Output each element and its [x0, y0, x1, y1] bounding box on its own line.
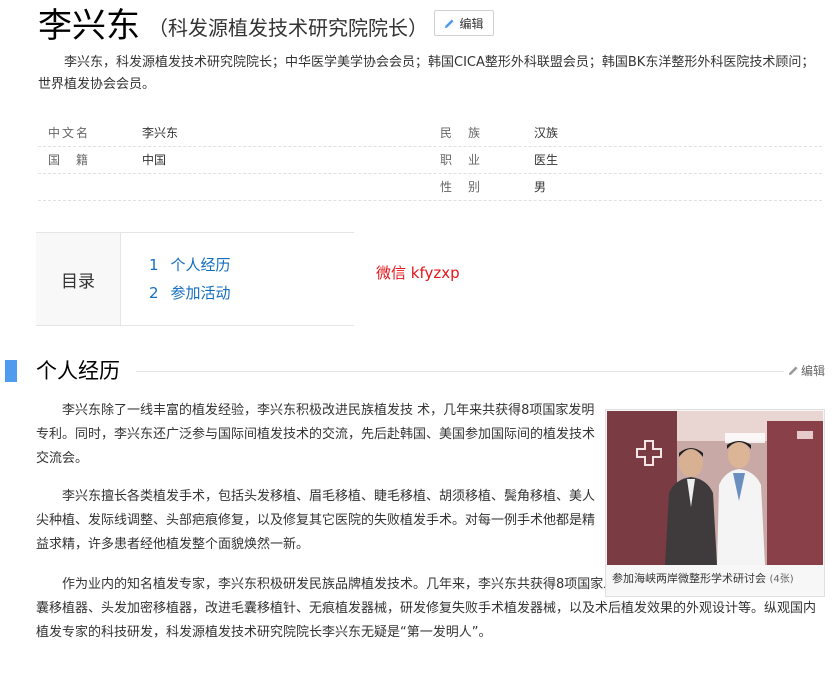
- section-edit-link[interactable]: 编辑: [788, 362, 825, 379]
- info-row: 国 籍 中国 职 业 医生: [38, 147, 822, 174]
- summary-text: 李兴东，科发源植发技术研究院院长；中华医学美学协会会员；韩国CICA整形外科联盟…: [38, 55, 815, 92]
- toc-item-label: 参加活动: [170, 284, 231, 302]
- info-value: [134, 174, 142, 200]
- photo-caption-text: 参加海峡两岸微整形学术研讨会: [612, 572, 766, 585]
- info-value: 中国: [142, 153, 167, 167]
- info-value: 医生: [534, 153, 559, 167]
- info-value: 汉族: [534, 126, 559, 140]
- pencil-icon: [788, 366, 798, 376]
- info-row: 性 别男: [38, 174, 822, 201]
- photo-album[interactable]: 参加海峡两岸微整形学术研讨会 (4张): [605, 409, 825, 597]
- person-name: 李兴东: [38, 6, 140, 46]
- info-label: 国 籍: [48, 153, 91, 167]
- info-label: 职 业: [440, 153, 483, 167]
- toc-list: 1 个人经历 2 参加活动: [121, 233, 231, 325]
- info-label: 民 族: [440, 126, 483, 140]
- toc-item-number: 2: [149, 284, 159, 302]
- table-of-contents: 目录 1 个人经历 2 参加活动: [36, 232, 354, 326]
- photo-image[interactable]: [607, 411, 823, 565]
- info-label: 性 别: [440, 180, 483, 194]
- page-title-row: 李兴东 （科发源植发技术研究院院长）: [38, 2, 428, 48]
- toc-item-label: 个人经历: [170, 256, 231, 274]
- photo-caption: 参加海峡两岸微整形学术研讨会 (4张): [612, 570, 794, 586]
- photo-count: (4张): [769, 574, 794, 585]
- paragraph: 李兴东擅长各类植发手术，包括头发移植、眉毛移植、睫毛移植、胡须移植、鬓角移植、美…: [36, 489, 596, 552]
- person-subtitle: （科发源植发技术研究院院长）: [148, 16, 428, 40]
- toc-item-activities[interactable]: 2 参加活动: [149, 279, 231, 307]
- section-edit-label: 编辑: [801, 364, 826, 378]
- info-row: 中文名 李兴东 民 族 汉族: [38, 120, 822, 147]
- section-accent-bar: [5, 360, 17, 382]
- paragraph: 李兴东除了一线丰富的植发经验，李兴东积极改进民族植发技 术，几年来共获得8项国家…: [36, 403, 596, 466]
- edit-button[interactable]: 编辑: [434, 10, 494, 36]
- section-title: 个人经历: [36, 359, 120, 383]
- toc-item-number: 1: [149, 256, 159, 274]
- info-label: [38, 174, 134, 200]
- info-label: 中文名: [48, 126, 91, 140]
- basic-info-table: 中文名 李兴东 民 族 汉族 国 籍 中国 职 业 医生 性 别 男: [38, 120, 822, 201]
- pencil-icon: [445, 18, 455, 28]
- info-value: 男: [534, 180, 547, 194]
- edit-button-label: 编辑: [459, 16, 484, 31]
- wechat-watermark: 微信 kfyzxp: [376, 264, 460, 282]
- toc-item-personal-history[interactable]: 1 个人经历: [149, 251, 231, 279]
- info-value: 李兴东: [142, 126, 179, 140]
- toc-heading: 目录: [36, 233, 121, 325]
- section-divider: [136, 371, 784, 372]
